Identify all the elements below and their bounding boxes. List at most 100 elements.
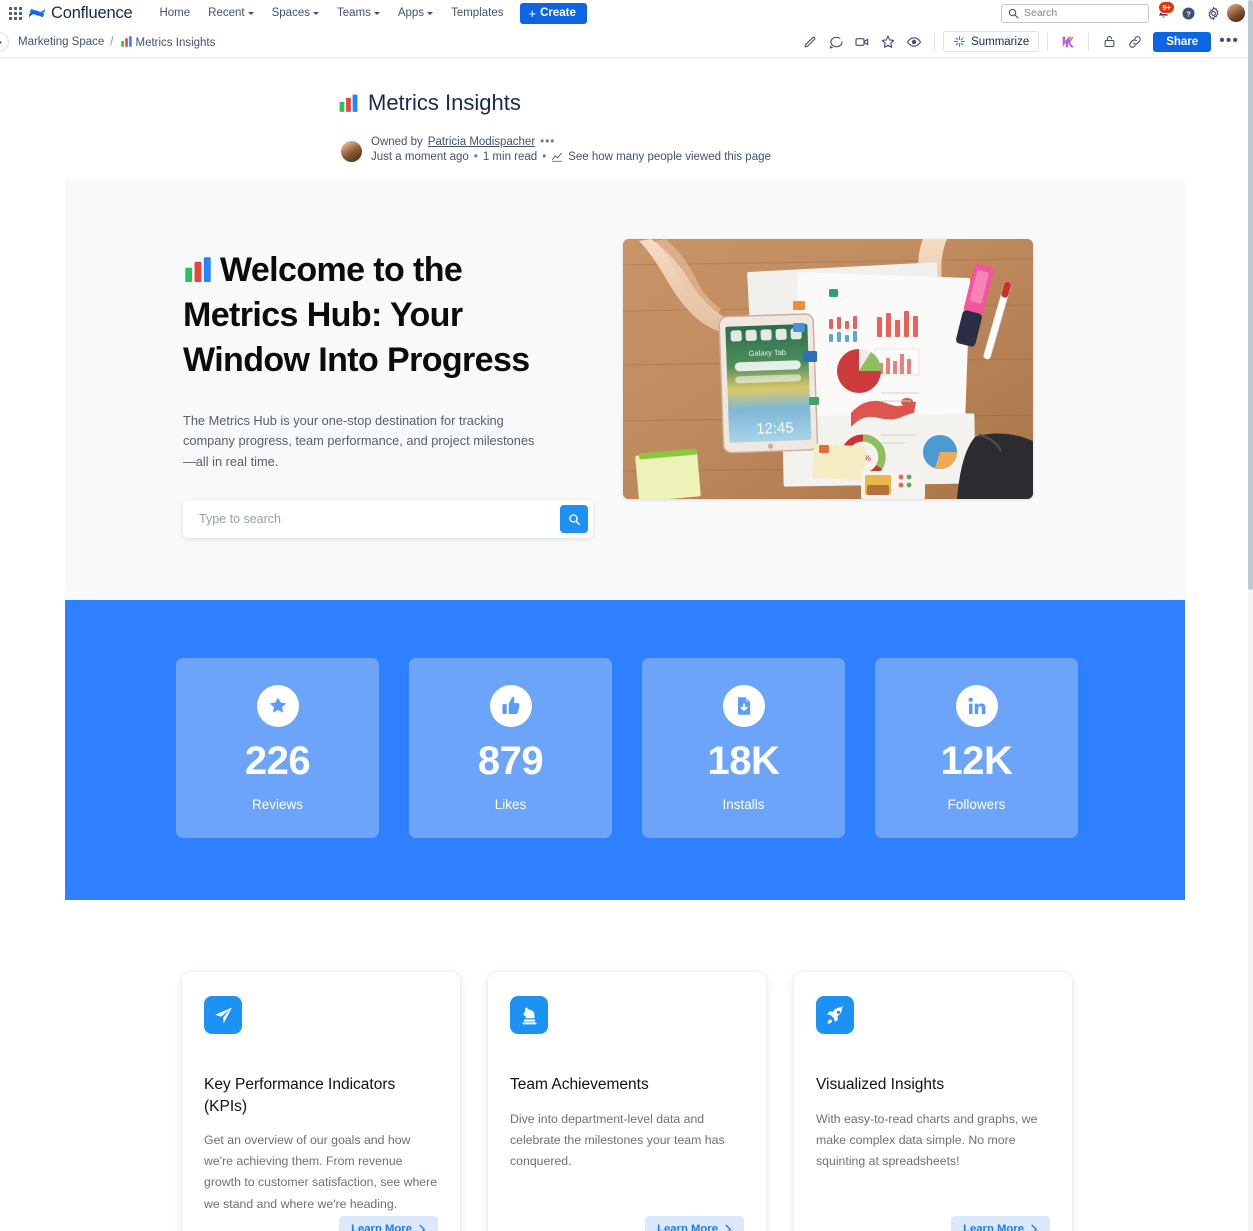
chevron-right-icon xyxy=(725,1224,732,1231)
confluence-brand-logo[interactable]: Confluence xyxy=(28,3,133,23)
plus-icon: + xyxy=(528,5,537,21)
search-icon xyxy=(1008,8,1019,18)
stat-card-likes[interactable]: 879 Likes xyxy=(409,658,612,839)
feature-card-description: Get an overview of our goals and how we'… xyxy=(204,1132,438,1211)
nav-item-home[interactable]: Home xyxy=(150,3,199,23)
summarize-button[interactable]: Summarize xyxy=(943,31,1040,52)
page-scrollbar[interactable] xyxy=(1248,0,1253,1231)
breadcrumb-page-label: Metrics Insights xyxy=(135,36,216,49)
learn-more-button[interactable]: Learn More xyxy=(645,1216,744,1231)
owner-avatar[interactable] xyxy=(341,141,362,162)
feature-card-title: Visualized Insights xyxy=(816,1076,945,1094)
nav-item-apps[interactable]: Apps xyxy=(389,3,442,23)
nav-item-spaces[interactable]: Spaces xyxy=(263,3,328,23)
hero-image: 98% xyxy=(623,239,1033,499)
settings-button[interactable] xyxy=(1202,2,1224,24)
learn-more-button[interactable]: Learn More xyxy=(339,1216,438,1231)
stat-label: Installs xyxy=(722,796,765,812)
paper-plane-icon xyxy=(204,996,242,1035)
breadcrumb-space[interactable]: Marketing Space xyxy=(18,36,104,48)
nav-item-teams[interactable]: Teams xyxy=(328,3,389,23)
nav-item-templates[interactable]: Templates xyxy=(442,3,512,23)
global-search-input[interactable]: Search xyxy=(1001,3,1149,23)
more-actions-button[interactable]: ••• xyxy=(1213,33,1245,49)
hero-image-column: 98% xyxy=(623,239,1033,499)
feature-card-description: Dive into department-level data and cele… xyxy=(510,1111,725,1169)
notification-count-badge: 9+ xyxy=(1158,1,1175,14)
lock-icon[interactable] xyxy=(1097,30,1121,54)
watch-eye-icon[interactable] xyxy=(902,30,926,54)
primary-nav-links: Home Recent Spaces Teams Apps Templates xyxy=(150,3,512,23)
feature-cards-section: Key Performance Indicators (KPIs) Get an… xyxy=(0,900,1253,1231)
hero-search-input[interactable] xyxy=(199,512,560,527)
global-search-placeholder: Search xyxy=(1024,7,1058,19)
summarize-label: Summarize xyxy=(971,35,1030,48)
hero-heading: Welcome to the Metrics Hub: Your Window … xyxy=(183,248,545,383)
byline-meta-row: Just a moment ago • 1 min read • See how… xyxy=(371,151,771,163)
byline-owner-row: Owned by Patricia Modispacher ••• xyxy=(371,136,771,148)
rocket-icon xyxy=(816,996,854,1035)
expand-sidebar-button[interactable] xyxy=(0,32,9,52)
nav-label: Teams xyxy=(336,7,371,19)
linkedin-icon xyxy=(955,684,998,727)
desk-with-tablet-and-charts-illustration: 98% xyxy=(623,239,1033,499)
comment-icon[interactable] xyxy=(824,30,848,54)
svg-text:Galaxy Tab: Galaxy Tab xyxy=(748,348,786,358)
stat-value: 12K xyxy=(940,738,1013,783)
chevron-right-icon xyxy=(1031,1224,1038,1231)
hero-text-column: Welcome to the Metrics Hub: Your Window … xyxy=(65,239,593,539)
page-header-bar: Marketing Space / Metrics Insights Summa… xyxy=(0,26,1253,58)
stat-card-reviews[interactable]: 226 Reviews xyxy=(176,658,379,839)
stat-card-installs[interactable]: 18K Installs xyxy=(642,658,845,839)
miro-app-icon[interactable] xyxy=(1056,30,1080,54)
app-switcher-icon[interactable] xyxy=(4,3,26,23)
breadcrumb-page[interactable]: Metrics Insights xyxy=(120,35,216,49)
star-icon[interactable] xyxy=(876,30,900,54)
page-content: Metrics Insights Owned by Patricia Modis… xyxy=(0,58,1253,1231)
page-analytics-link[interactable]: See how many people viewed this page xyxy=(568,151,771,163)
hero-heading-text: Welcome to the Metrics Hub: Your Window … xyxy=(183,251,530,379)
profile-avatar[interactable] xyxy=(1227,4,1245,22)
chevron-right-icon xyxy=(419,1224,426,1231)
hero-search-button[interactable] xyxy=(560,505,588,534)
chevron-down-icon xyxy=(247,12,254,15)
edit-pencil-icon[interactable] xyxy=(798,30,822,54)
nav-label: Recent xyxy=(208,7,245,19)
gear-icon xyxy=(1208,6,1218,20)
nav-label: Templates xyxy=(451,7,504,19)
analytics-chart-icon xyxy=(552,152,563,162)
byline-more-button[interactable]: ••• xyxy=(540,136,555,148)
nav-label: Apps xyxy=(397,7,425,19)
help-button[interactable]: ? xyxy=(1177,2,1199,24)
scrollbar-thumb[interactable] xyxy=(1248,0,1253,590)
global-nav-actions: Search 9+ ? xyxy=(1001,1,1245,24)
share-button[interactable]: Share xyxy=(1153,31,1212,52)
star-icon xyxy=(256,684,299,727)
create-button[interactable]: + Create xyxy=(520,2,587,24)
meta-separator: • xyxy=(473,151,478,163)
learn-more-button[interactable]: Learn More xyxy=(951,1216,1050,1231)
breadcrumb: Marketing Space / Metrics Insights xyxy=(18,35,215,49)
bar-chart-emoji xyxy=(339,94,358,112)
owned-by-label: Owned by xyxy=(371,136,423,148)
feature-card-kpis: Key Performance Indicators (KPIs) Get an… xyxy=(182,972,460,1231)
stat-card-followers[interactable]: 12K Followers xyxy=(875,658,1078,839)
nav-label: Home xyxy=(159,7,191,19)
video-icon[interactable] xyxy=(850,30,874,54)
feature-card-visualized-insights: Visualized Insights With easy-to-read ch… xyxy=(794,972,1072,1231)
chevron-down-icon xyxy=(373,12,380,15)
svg-text:?: ? xyxy=(1186,9,1191,18)
stat-label: Followers xyxy=(947,796,1006,812)
stat-value: 18K xyxy=(707,738,780,783)
stats-band: 226 Reviews 879 Likes 18K Installs 12K F… xyxy=(65,600,1185,901)
toolbar-divider xyxy=(1088,32,1090,51)
notifications-button[interactable]: 9+ xyxy=(1152,1,1175,24)
link-icon[interactable] xyxy=(1123,30,1147,54)
brand-name: Confluence xyxy=(51,3,133,22)
owner-name-link[interactable]: Patricia Modispacher xyxy=(428,136,535,148)
create-button-label: Create xyxy=(540,7,576,19)
bar-chart-emoji xyxy=(185,257,211,282)
nav-item-recent[interactable]: Recent xyxy=(199,3,262,23)
breadcrumb-separator: / xyxy=(110,35,114,48)
feature-card-team-achievements: Team Achievements Dive into department-l… xyxy=(488,972,766,1231)
